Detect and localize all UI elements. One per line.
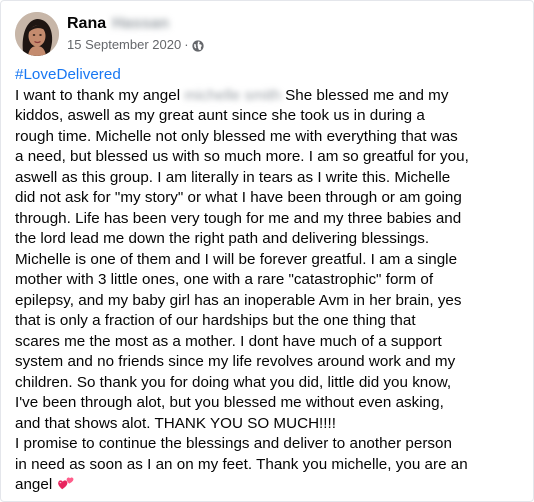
author-name[interactable]: Rana Hassan <box>67 14 204 34</box>
post-date[interactable]: 15 September 2020 <box>67 36 181 54</box>
post-line: in need as soon as I an on my feet. Than… <box>15 455 468 473</box>
post-text: angel <box>15 476 57 493</box>
post-line: aswell as this group. I am literally in … <box>15 168 451 186</box>
post-text: She blessed me and my <box>280 86 449 104</box>
author-first-name[interactable]: Rana <box>67 14 106 34</box>
post-line: epilepsy, and my baby girl has an inoper… <box>15 291 462 309</box>
post-line: I promise to continue the blessings and … <box>15 435 452 452</box>
post-line: children. So thank you for doing what yo… <box>15 373 452 391</box>
two-hearts-icon <box>57 475 75 491</box>
post-line: through. Life has been very tough for me… <box>15 209 462 227</box>
post-line: kiddos, aswell as my great aunt since sh… <box>15 107 425 124</box>
post-meta: Rana Hassan 15 September 2020 · <box>67 14 204 54</box>
post-line: scares me the most as a mother. I dont h… <box>15 332 442 350</box>
profile-photo <box>15 12 59 56</box>
post-line: Michelle is one of them and I will be fo… <box>15 250 458 268</box>
post-card: Rana Hassan 15 September 2020 · #LoveDel… <box>0 0 534 502</box>
separator-dot: · <box>184 37 189 52</box>
post-body: #LoveDelivered I want to thank my angel … <box>15 65 523 496</box>
post-date-row: 15 September 2020 · <box>67 36 204 54</box>
post-line: system and no friends since my life revo… <box>15 353 456 370</box>
globe-icon[interactable] <box>191 39 204 52</box>
post-line: that is only a fraction of our hardships… <box>15 312 416 329</box>
hashtag-link[interactable]: #LoveDelivered <box>15 65 523 86</box>
post-line: a need, but blessed us with so much more… <box>15 148 469 165</box>
post-line: I want to thank my angel michelle smith … <box>15 86 523 107</box>
post-line: angel <box>15 475 523 496</box>
post-line: rough time. Michelle not only blessed me… <box>15 127 458 145</box>
redacted-name: michelle smith <box>184 86 281 104</box>
avatar[interactable] <box>15 12 59 56</box>
post-line: mother with 3 little ones, one with a ra… <box>15 271 434 288</box>
author-last-name-redacted: Hassan <box>112 15 170 32</box>
post-header: Rana Hassan 15 September 2020 · <box>15 9 204 59</box>
post-line: and that shows alot. THANK YOU SO MUCH!!… <box>15 414 337 432</box>
post-line: the lord lead me down the right path and… <box>15 230 430 247</box>
post-line: did not ask for "my story" or what I hav… <box>15 189 462 206</box>
post-text: I want to thank my angel <box>15 86 185 104</box>
post-line: I've been through alot, but you blessed … <box>15 394 444 411</box>
